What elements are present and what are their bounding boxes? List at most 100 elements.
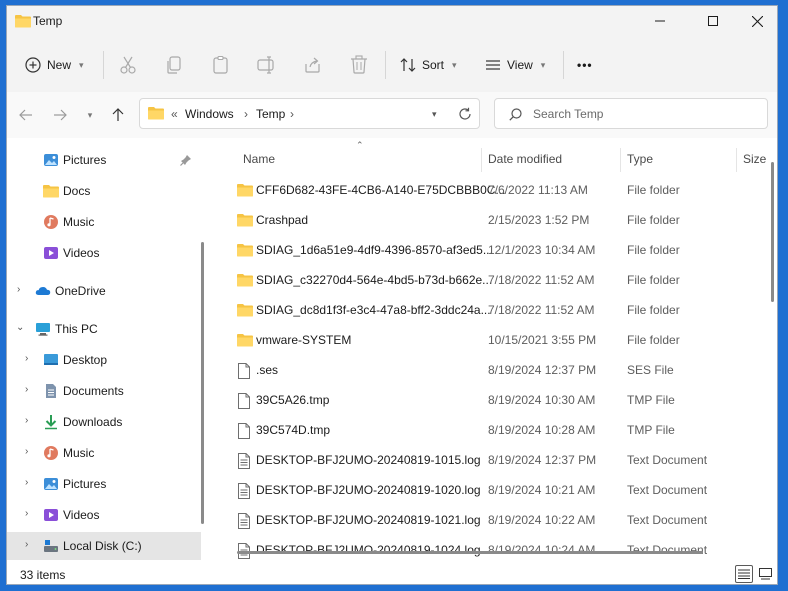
file-icon: [237, 363, 251, 382]
folder-icon: [148, 107, 164, 120]
file-name: SDIAG_dc8d1f3f-e3c4-47a8-bff2-3ddc24a...: [256, 303, 491, 317]
content-vertical-scrollbar[interactable]: [771, 162, 774, 302]
content-horizontal-scrollbar[interactable]: [237, 551, 703, 554]
tiles-view-button[interactable]: [756, 565, 774, 583]
column-header-type[interactable]: Type: [627, 152, 653, 166]
nav-item-desktop[interactable]: › Desktop: [7, 346, 201, 374]
forward-button[interactable]: [49, 104, 71, 126]
chevron-right-icon[interactable]: ›: [17, 284, 20, 295]
file-row[interactable]: SDIAG_1d6a51e9-4df9-4396-8570-af3ed5... 1…: [213, 235, 763, 265]
nav-item-pictures[interactable]: › Pictures: [7, 470, 201, 498]
maximize-button[interactable]: [690, 6, 736, 36]
nav-item-music[interactable]: › Music: [7, 439, 201, 467]
file-row[interactable]: SDIAG_dc8d1f3f-e3c4-47a8-bff2-3ddc24a...…: [213, 295, 763, 325]
search-input[interactable]: Search Temp: [533, 107, 603, 121]
desktop-icon: [44, 354, 58, 365]
folder-icon: [237, 273, 253, 290]
chevron-right-icon[interactable]: ›: [25, 508, 28, 519]
nav-item-docs[interactable]: Docs: [7, 177, 201, 205]
column-divider[interactable]: [620, 148, 621, 172]
address-bar[interactable]: « Windows › Temp › ▾: [139, 98, 480, 129]
file-row[interactable]: .ses 8/19/2024 12:37 PM SES File: [213, 355, 763, 385]
sort-button[interactable]: Sort ▾: [400, 50, 457, 80]
window-title: Temp: [33, 14, 63, 28]
close-button[interactable]: [734, 6, 777, 36]
pictures-icon: [44, 478, 58, 490]
chevron-right-icon[interactable]: ›: [290, 107, 294, 121]
nav-item-pictures-quick[interactable]: Pictures: [7, 146, 201, 174]
arrow-right-icon: [54, 109, 67, 121]
refresh-icon[interactable]: [458, 107, 472, 121]
file-row[interactable]: DESKTOP-BFJ2UMO-20240819-1015.log 8/19/20…: [213, 445, 763, 475]
nav-label: Music: [63, 446, 95, 460]
paste-icon[interactable]: [210, 54, 232, 76]
file-type: File folder: [627, 213, 680, 227]
chevron-down-icon[interactable]: ⌄: [16, 322, 24, 333]
chevron-right-icon[interactable]: ›: [25, 415, 28, 426]
recent-locations-button[interactable]: ▾: [79, 104, 101, 126]
rename-icon[interactable]: [256, 54, 278, 76]
date-modified: 7/6/2022 11:13 AM: [488, 183, 588, 197]
column-header-size[interactable]: Size: [743, 152, 766, 166]
nav-scrollbar[interactable]: [201, 242, 204, 524]
toolbar-divider: [563, 51, 564, 79]
chevron-right-icon[interactable]: ›: [244, 107, 248, 121]
column-divider[interactable]: [481, 148, 482, 172]
cut-icon[interactable]: [117, 54, 139, 76]
nav-item-onedrive[interactable]: › OneDrive: [7, 277, 201, 305]
date-modified: 8/19/2024 10:21 AM: [488, 483, 596, 497]
chevron-right-icon[interactable]: ›: [25, 539, 28, 550]
file-row[interactable]: 39C5A26.tmp 8/19/2024 10:30 AM TMP File: [213, 385, 763, 415]
up-button[interactable]: [107, 104, 129, 126]
chevron-right-icon[interactable]: ›: [25, 477, 28, 488]
nav-item-documents[interactable]: › Documents: [7, 377, 201, 405]
nav-item-videos[interactable]: › Videos: [7, 501, 201, 529]
details-view-button[interactable]: [735, 565, 753, 583]
folder-icon: [237, 183, 253, 200]
chevron-right-icon[interactable]: ›: [25, 446, 28, 457]
file-row[interactable]: CFF6D682-43FE-4CB6-A140-E75DCBBB0C... 7/6…: [213, 175, 763, 205]
nav-item-this-pc[interactable]: ⌄ This PC: [7, 315, 201, 343]
file-row[interactable]: vmware-SYSTEM 10/15/2021 3:55 PM File fold…: [213, 325, 763, 355]
minimize-button[interactable]: [637, 6, 683, 36]
share-icon[interactable]: [302, 54, 324, 76]
address-history-dropdown[interactable]: ▾: [432, 109, 437, 120]
date-modified: 8/19/2024 10:30 AM: [488, 393, 596, 407]
nav-item-downloads[interactable]: › Downloads: [7, 408, 201, 436]
file-row[interactable]: SDIAG_c32270d4-564e-4bd5-b73d-b662e... 7/…: [213, 265, 763, 295]
file-row[interactable]: DESKTOP-BFJ2UMO-20240819-1020.log 8/19/20…: [213, 475, 763, 505]
chevron-right-icon[interactable]: ›: [25, 353, 28, 364]
breadcrumb-temp[interactable]: Temp: [256, 107, 285, 121]
file-name: vmware-SYSTEM: [256, 333, 352, 347]
breadcrumb-overflow[interactable]: «: [171, 107, 178, 121]
copy-icon[interactable]: [164, 54, 186, 76]
view-button[interactable]: View ▾: [485, 50, 545, 80]
column-header-date[interactable]: Date modified: [488, 152, 562, 166]
file-row[interactable]: 39C574D.tmp 8/19/2024 10:28 AM TMP File: [213, 415, 763, 445]
file-type: Text Document: [627, 483, 708, 497]
chevron-right-icon[interactable]: ›: [25, 384, 28, 395]
folder-icon: [15, 14, 31, 31]
file-row[interactable]: DESKTOP-BFJ2UMO-20240819-1021.log 8/19/20…: [213, 505, 763, 535]
delete-icon[interactable]: [348, 54, 370, 76]
new-button[interactable]: New ▾: [25, 50, 84, 80]
nav-item-local-disk[interactable]: › Local Disk (C:): [7, 532, 201, 560]
pin-icon[interactable]: [180, 154, 192, 166]
sort-ascending-icon: ⌃: [356, 140, 364, 150]
nav-item-music-quick[interactable]: Music: [7, 208, 201, 236]
date-modified: 8/19/2024 12:37 PM: [488, 453, 597, 467]
nav-item-videos-quick[interactable]: Videos: [7, 239, 201, 267]
text-document-icon: [237, 453, 251, 472]
back-button[interactable]: [15, 104, 37, 126]
nav-label: Pictures: [63, 477, 107, 491]
column-divider[interactable]: [736, 148, 737, 172]
more-options-button[interactable]: •••: [577, 50, 593, 80]
file-type: Text Document: [627, 453, 708, 467]
search-box[interactable]: Search Temp: [494, 98, 768, 129]
file-name: Crashpad: [256, 213, 309, 227]
breadcrumb-windows[interactable]: Windows: [185, 107, 234, 121]
file-row[interactable]: Crashpad 2/15/2023 1:52 PM File folder: [213, 205, 763, 235]
date-modified: 7/18/2022 11:52 AM: [488, 273, 595, 287]
column-header-name[interactable]: Name: [243, 152, 275, 166]
file-name: DESKTOP-BFJ2UMO-20240819-1020.log: [256, 483, 481, 497]
